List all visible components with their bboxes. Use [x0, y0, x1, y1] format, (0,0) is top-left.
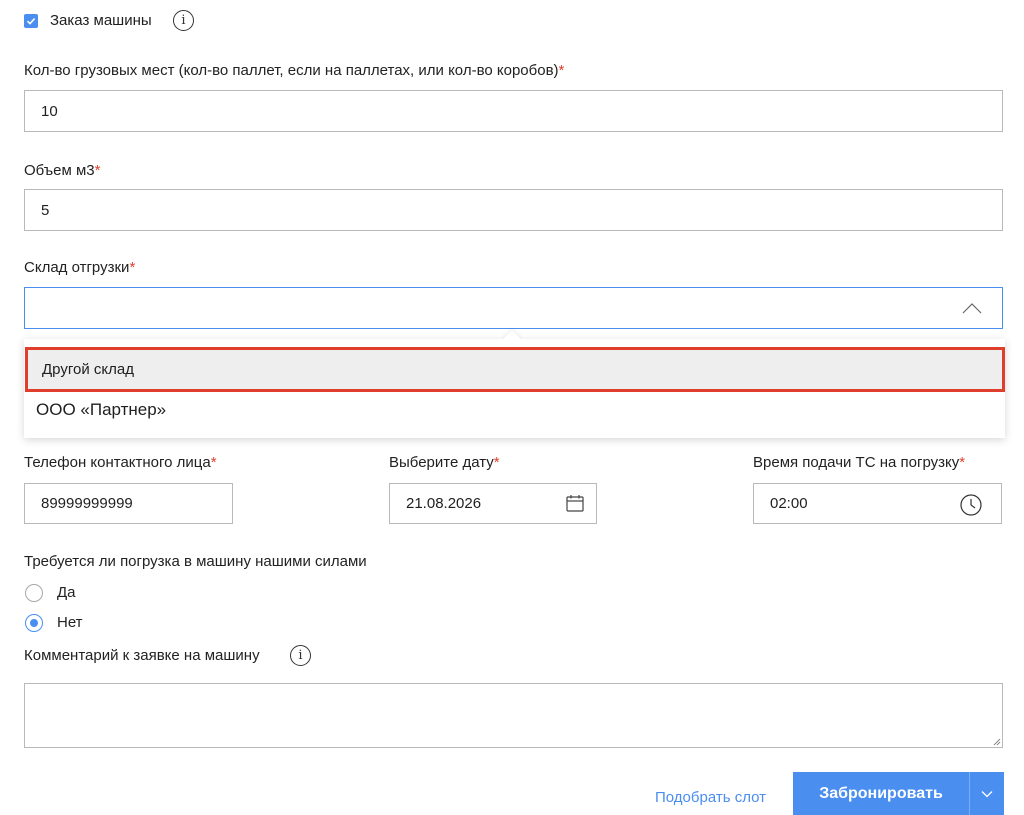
radio-yes-label: Да — [57, 584, 76, 601]
pick-slot-button[interactable]: Подобрать слот — [655, 789, 766, 806]
order-car-checkbox[interactable] — [24, 14, 38, 28]
required-mark: * — [94, 162, 101, 179]
loading-question: Требуется ли погрузка в машину нашими си… — [24, 553, 367, 570]
info-icon[interactable]: i — [290, 645, 311, 666]
dropdown-option-other-warehouse[interactable]: Другой склад — [25, 347, 1005, 392]
volume-input[interactable]: 5 — [24, 189, 1003, 231]
phone-input[interactable]: 89999999999 — [24, 483, 233, 524]
comment-label: Комментарий к заявке на машину — [24, 647, 260, 664]
date-label: Выберите дату* — [389, 454, 500, 471]
time-label: Время подачи ТС на погрузку* — [753, 454, 966, 471]
order-car-label: Заказ машины — [50, 12, 152, 29]
chevron-up-icon[interactable] — [962, 302, 982, 314]
split-divider — [969, 772, 970, 815]
cargo-places-label: Кол-во грузовых мест (кол-во паллет, есл… — [24, 62, 565, 79]
chevron-down-icon — [981, 790, 993, 797]
warehouse-select[interactable] — [24, 287, 1003, 329]
comment-textarea[interactable] — [24, 683, 1003, 748]
required-mark: * — [129, 259, 136, 276]
radio-yes[interactable] — [25, 584, 43, 602]
required-mark: * — [210, 454, 217, 471]
radio-no-label: Нет — [57, 614, 83, 631]
phone-label: Телефон контактного лица* — [24, 454, 217, 471]
book-button[interactable]: Забронировать — [793, 772, 969, 815]
clock-icon[interactable] — [960, 494, 982, 516]
calendar-icon[interactable] — [566, 494, 584, 512]
dropdown-option-partner[interactable]: ООО «Партнер» — [36, 400, 166, 420]
book-options-button[interactable] — [970, 772, 1004, 815]
info-icon[interactable]: i — [173, 10, 194, 31]
cargo-places-input[interactable]: 10 — [24, 90, 1003, 132]
required-mark: * — [558, 62, 565, 79]
volume-label: Объем м3* — [24, 162, 101, 179]
required-mark: * — [493, 454, 500, 471]
required-mark: * — [959, 454, 966, 471]
check-icon — [26, 18, 36, 25]
warehouse-label: Склад отгрузки* — [24, 259, 136, 276]
resize-handle-icon[interactable] — [993, 738, 1001, 746]
radio-no[interactable] — [25, 614, 43, 632]
